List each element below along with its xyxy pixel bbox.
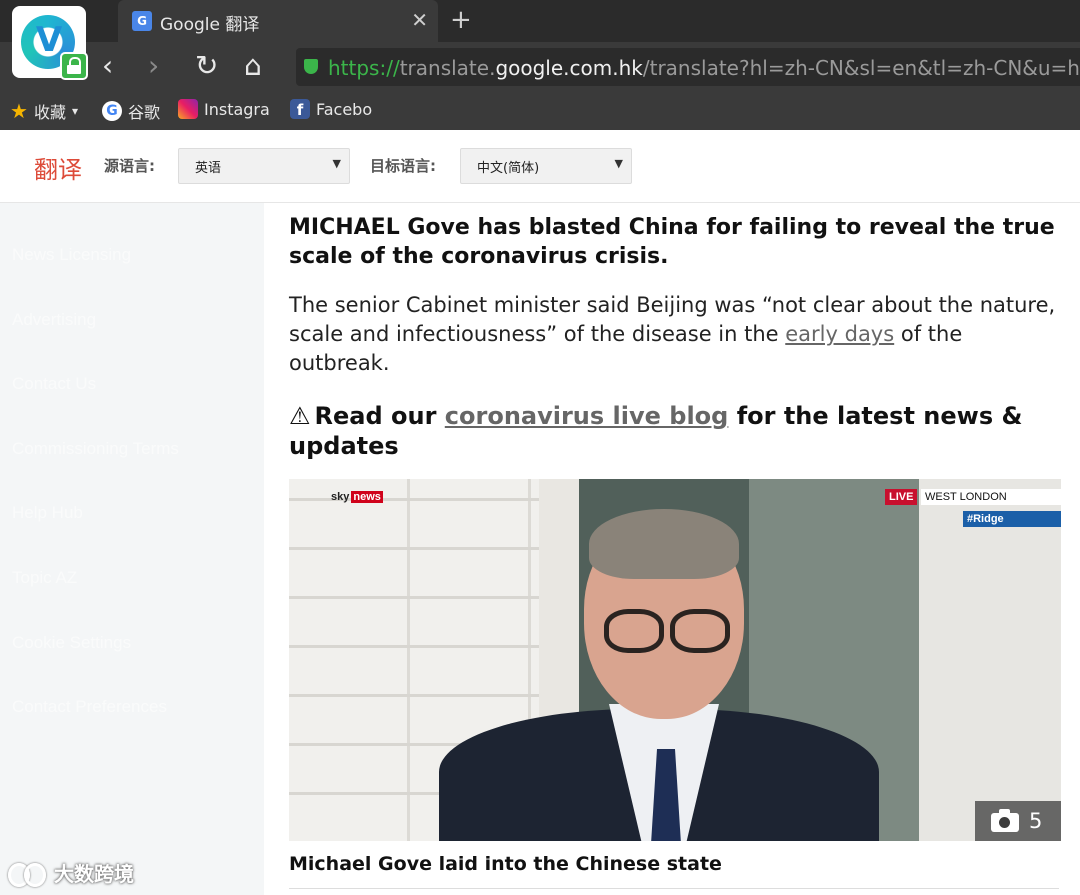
sidebar-item-contact-preferences[interactable]: Contact Preferences: [12, 697, 167, 717]
browser-toolbar: ‹ › ↻ ⌂ https://translate.google.com.hk/…: [0, 42, 1080, 92]
location-banner: WEST LONDON: [921, 489, 1061, 505]
sidebar-item-commissioning-terms[interactable]: Commissioning Terms: [12, 439, 179, 459]
url-host: google.com.hk: [495, 56, 643, 80]
article-photo[interactable]: sky news LIVE WEST LONDON #Ridge 5: [289, 479, 1061, 841]
url-scheme: https://: [328, 56, 400, 80]
reload-button[interactable]: ↻: [195, 50, 218, 82]
article-paragraph: The senior Cabinet minister said Beijing…: [289, 291, 1059, 378]
live-badge: LIVE: [885, 489, 918, 505]
google-translate-icon: G: [132, 11, 152, 31]
dropdown-arrow-icon: ▼: [332, 157, 341, 170]
bookmark-google[interactable]: G 谷歌: [102, 99, 168, 123]
translate-toolbar: 翻译 源语言: 英语 ▼ 目标语言: 中文(简体) ▼: [0, 130, 1080, 203]
instagram-icon: [178, 99, 198, 119]
photo-hair: [589, 509, 739, 579]
facebook-icon: f: [290, 99, 310, 119]
tab-title: Google 翻译: [160, 15, 260, 35]
live-blog-link[interactable]: coronavirus live blog: [445, 402, 729, 430]
sidebar-item-cookie-settings[interactable]: Cookie Settings: [12, 633, 131, 653]
sidebar: News Licensing Advertising Contact Us Co…: [0, 203, 264, 895]
watermark: 大数跨境: [8, 858, 134, 887]
forward-button[interactable]: ›: [148, 50, 159, 82]
bookmark-favorites[interactable]: ★ 收藏 ▾: [10, 99, 95, 123]
photo-caption: Michael Gove laid into the Chinese state: [289, 853, 722, 875]
bookmark-instagram[interactable]: Instagra: [178, 99, 274, 119]
camera-icon: [991, 809, 1019, 832]
secure-shield-icon: [304, 59, 318, 74]
source-language-value: 英语: [195, 161, 222, 176]
article-headline: MICHAEL Gove has blasted China for faili…: [289, 215, 1055, 269]
back-button[interactable]: ‹: [102, 50, 113, 82]
address-bar[interactable]: https://translate.google.com.hk/translat…: [296, 48, 1080, 86]
news-logo-text: news: [351, 491, 383, 503]
photo-right-wall: [919, 479, 1061, 841]
gallery-button[interactable]: 5: [975, 801, 1061, 841]
chevron-down-icon[interactable]: ▾: [72, 104, 78, 118]
tab-strip: G Google 翻译 ✕ +: [0, 0, 1080, 42]
bookmark-label: Facebo: [316, 99, 373, 119]
bookmark-facebook[interactable]: f Facebo: [290, 99, 380, 119]
home-button[interactable]: ⌂: [244, 50, 262, 82]
sky-logo-text: sky: [331, 491, 350, 503]
browser-tab[interactable]: G Google 翻译 ✕: [118, 0, 438, 42]
watermark-logo-icon: [8, 859, 50, 887]
bookmarks-bar: ★ 收藏 ▾ G 谷歌 Instagra f Facebo: [0, 92, 1080, 130]
sidebar-item-news-licensing[interactable]: News Licensing: [12, 245, 131, 265]
target-language-label: 目标语言:: [370, 157, 436, 175]
early-days-link[interactable]: early days: [785, 322, 894, 346]
hashtag-banner: #Ridge: [963, 511, 1061, 527]
translate-logo[interactable]: 翻译: [34, 150, 82, 185]
url-prehost: translate.: [399, 56, 496, 80]
source-language-label: 源语言:: [104, 157, 155, 175]
url-path: /translate?hl=zh-CN&sl=en&tl=zh-CN&u=htt…: [642, 56, 1080, 80]
sidebar-item-topic-az[interactable]: Topic AZ: [12, 568, 77, 588]
source-language-select[interactable]: 英语 ▼: [178, 148, 350, 184]
browser-app-icon[interactable]: V: [12, 6, 88, 80]
watermark-text: 大数跨境: [54, 862, 134, 886]
new-tab-button[interactable]: +: [450, 5, 472, 35]
dropdown-arrow-icon: ▼: [614, 157, 623, 170]
google-icon: G: [102, 101, 122, 121]
photo-glasses: [604, 609, 730, 653]
sidebar-item-advertising[interactable]: Advertising: [12, 310, 96, 330]
sidebar-item-help-hub[interactable]: Help Hub: [12, 503, 83, 523]
warning-icon: ⚠: [289, 402, 311, 430]
close-tab-icon[interactable]: ✕: [411, 8, 428, 32]
star-icon: ★: [10, 99, 28, 123]
bookmark-label: 收藏: [33, 103, 66, 122]
sky-news-logo: sky news: [331, 491, 383, 503]
promo-text: Read our: [314, 402, 445, 430]
sidebar-item-contact-us[interactable]: Contact Us: [12, 374, 96, 394]
gallery-count: 5: [1029, 809, 1043, 833]
bookmark-label: Instagra: [204, 99, 270, 119]
lock-icon: [60, 52, 88, 80]
url-text[interactable]: https://translate.google.com.hk/translat…: [328, 56, 1080, 80]
live-blog-promo: ⚠ Read our coronavirus live blog for the …: [289, 401, 1049, 461]
caption-divider: [289, 888, 1059, 889]
target-language-select[interactable]: 中文(简体) ▼: [460, 148, 632, 184]
bookmark-label: 谷歌: [128, 103, 161, 122]
target-language-value: 中文(简体): [477, 161, 540, 176]
